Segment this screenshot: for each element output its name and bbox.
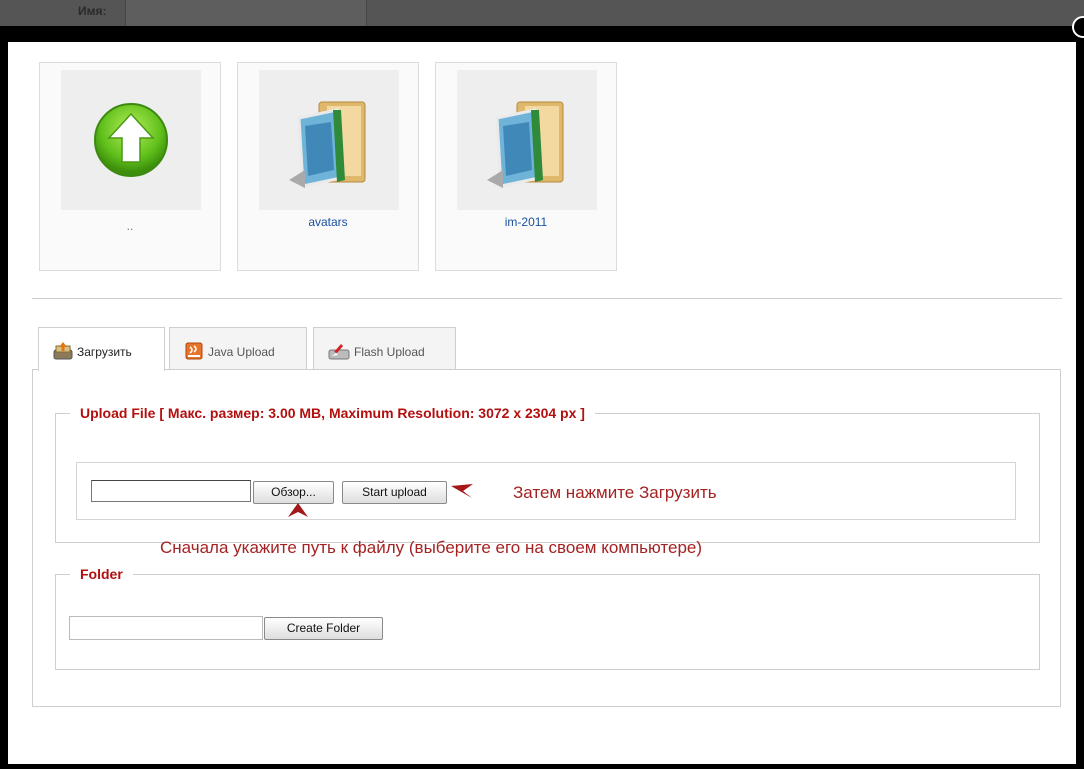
flash-icon xyxy=(328,342,350,363)
folder-legend: Folder xyxy=(80,566,123,582)
pointer-arrow-left-icon xyxy=(451,484,473,498)
start-upload-button[interactable]: Start upload xyxy=(342,481,447,504)
java-icon xyxy=(184,342,204,363)
hint-click-upload: Затем нажмите Загрузить xyxy=(513,483,717,502)
name-label: Имя: xyxy=(78,4,107,18)
tab-label: Flash Upload xyxy=(354,345,425,359)
folder-name-input[interactable] xyxy=(69,616,263,640)
tab-label: Java Upload xyxy=(208,345,275,359)
file-path-input[interactable] xyxy=(91,480,251,502)
pointer-arrow-up-icon xyxy=(288,503,308,517)
folder-label: avatars xyxy=(308,215,348,229)
background-form-strip: Имя: xyxy=(0,0,1084,26)
upload-icon xyxy=(53,342,73,363)
folder-icon xyxy=(457,70,597,210)
name-field xyxy=(125,0,367,26)
upload-file-legend: Upload File [ Макс. размер: 3.00 MB, Max… xyxy=(80,405,585,421)
tab-flash-upload[interactable]: Flash Upload xyxy=(313,327,456,369)
tab-label: Загрузить xyxy=(77,345,132,359)
create-folder-button[interactable]: Create Folder xyxy=(264,617,383,640)
folder-label: im-2011 xyxy=(504,215,548,229)
folder-tile-im-2011[interactable]: im-2011 xyxy=(435,62,617,271)
browse-button[interactable]: Обзор... xyxy=(253,481,334,504)
hint-choose-file: Сначала укажите путь к файлу (выберите е… xyxy=(160,538,703,557)
tab-upload[interactable]: Загрузить xyxy=(38,327,165,371)
folder-tile-up[interactable]: .. xyxy=(39,62,221,271)
folder-label: .. xyxy=(126,219,134,233)
divider xyxy=(32,298,1062,299)
folder-icon xyxy=(259,70,399,210)
up-arrow-icon xyxy=(61,70,201,210)
folder-tile-avatars[interactable]: avatars xyxy=(237,62,419,271)
tab-java-upload[interactable]: Java Upload xyxy=(169,327,307,369)
